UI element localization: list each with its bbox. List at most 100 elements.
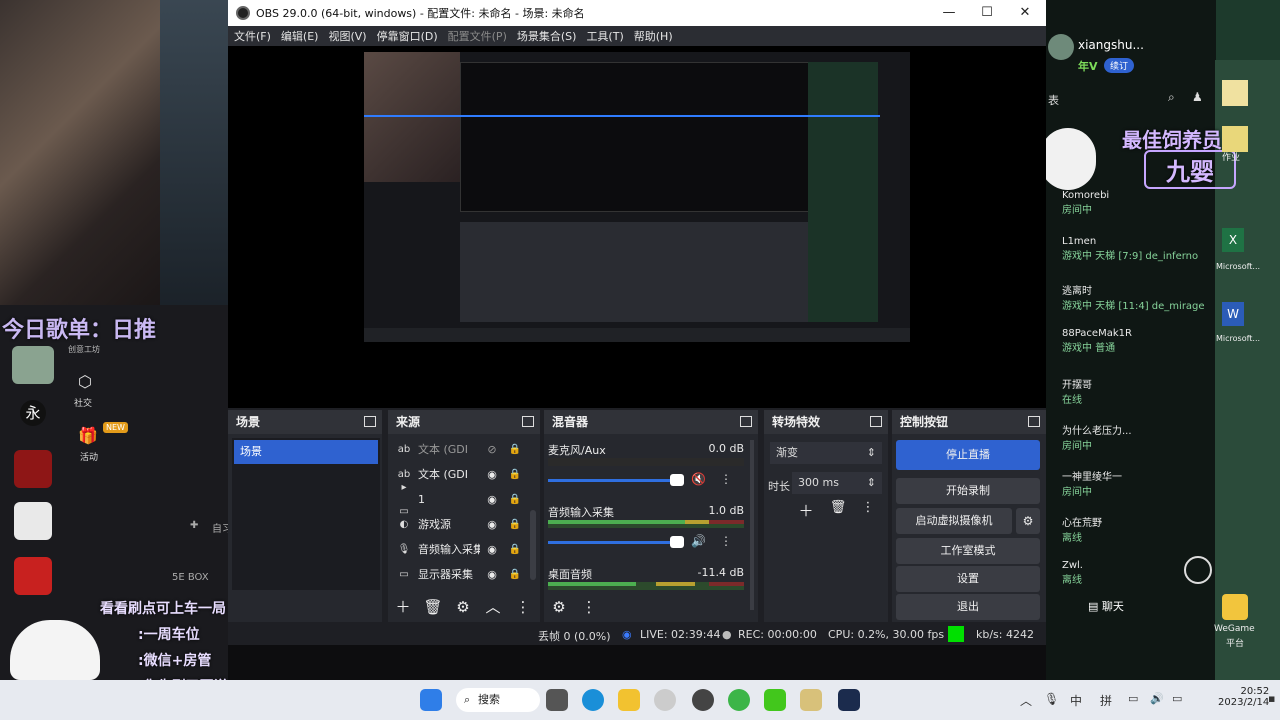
social-icon[interactable]: ⬡ <box>78 372 92 391</box>
ime-pinyin[interactable]: 拼 <box>1100 692 1112 709</box>
gift-icon[interactable]: 🎁 <box>78 426 98 445</box>
battery-icon[interactable]: ▭ <box>1172 692 1182 705</box>
chat-entry[interactable]: 逃离时 游戏中 天梯 [11:4] de_mirage <box>1062 282 1205 312</box>
undock-icon[interactable] <box>1028 416 1040 427</box>
more-icon[interactable]: ⋮ <box>574 595 604 619</box>
source-item[interactable]: ab 文本 (GDI ⊘ 🔒 <box>396 438 538 462</box>
eye-icon[interactable]: ◉ <box>484 513 500 537</box>
chat-entry[interactable]: 88PaceMak1R 游戏中 普通 <box>1062 328 1132 354</box>
windows-start-icon[interactable] <box>420 689 442 711</box>
word-icon[interactable]: W <box>1222 302 1244 326</box>
chat-entry[interactable]: 为什么老压力... 房间中 <box>1062 422 1132 452</box>
exit-button[interactable]: 退出 <box>896 594 1040 620</box>
muted-speaker-icon[interactable]: 🔇 <box>691 472 706 486</box>
undock-icon[interactable] <box>870 416 882 427</box>
eye-icon[interactable]: ◉ <box>484 463 500 487</box>
xbox-icon[interactable] <box>764 689 786 711</box>
menu-scene-collection[interactable]: 场景集合(S) <box>517 28 577 44</box>
app-icon-yong[interactable]: 永 <box>20 400 46 426</box>
chat-entry[interactable]: 心在荒野 离线 <box>1062 514 1102 544</box>
cs-icon[interactable] <box>800 689 822 711</box>
excel-icon[interactable]: X <box>1222 228 1244 252</box>
chat-button[interactable]: ▤ 聊天 <box>1088 598 1124 614</box>
duration-spinbox[interactable]: 300 ms ⇕ <box>792 472 882 494</box>
start-virtual-camera-button[interactable]: 启动虚拟摄像机 <box>896 508 1012 534</box>
more-icon[interactable]: ⋮ <box>856 500 880 522</box>
notification-icon[interactable]: ▪ <box>1268 692 1275 705</box>
minimize-button[interactable]: — <box>930 0 968 26</box>
support-icon[interactable] <box>1184 556 1212 584</box>
eye-icon[interactable]: ◉ <box>484 488 500 512</box>
chevron-up-icon[interactable]: ︿ <box>478 595 508 619</box>
lock-icon[interactable]: 🔒 <box>508 488 522 512</box>
stop-streaming-button[interactable]: 停止直播 <box>896 440 1040 470</box>
app-icon-dog[interactable] <box>14 502 52 540</box>
add-friend-icon[interactable]: ♟ <box>1192 90 1203 104</box>
lock-icon[interactable]: 🔒 <box>508 563 522 587</box>
speaker-icon[interactable]: 🔊 <box>691 534 706 548</box>
transition-select[interactable]: 渐变 ⇕ <box>770 442 882 464</box>
app-icon[interactable] <box>654 689 676 711</box>
edge-icon[interactable] <box>582 689 604 711</box>
desktop-icon-homework[interactable] <box>1222 126 1248 152</box>
add-icon[interactable]: ＋ <box>388 595 418 619</box>
eye-icon[interactable]: ◉ <box>484 538 500 562</box>
search-icon[interactable]: ⌕ <box>1168 90 1175 105</box>
gear-icon[interactable]: ⚙ <box>1016 508 1040 534</box>
app-icon-ayores[interactable] <box>14 557 52 595</box>
menu-tools[interactable]: 工具(T) <box>586 28 623 44</box>
task-view-icon[interactable] <box>546 689 568 711</box>
microphone-icon[interactable]: 🎙 <box>1044 692 1059 706</box>
start-recording-button[interactable]: 开始录制 <box>896 478 1040 504</box>
file-explorer-icon[interactable] <box>618 689 640 711</box>
settings-button[interactable]: 设置 <box>896 566 1040 592</box>
chat-entry[interactable]: 开摆哥 在线 <box>1062 376 1092 406</box>
network-icon[interactable]: ▭ <box>1128 692 1138 705</box>
source-item[interactable]: 🎙 音频输入采集 ◉ 🔒 <box>396 538 538 562</box>
lock-icon[interactable]: 🔒 <box>508 538 522 562</box>
chat-entry[interactable]: Zwl. 离线 <box>1062 560 1083 586</box>
wegame-icon[interactable] <box>1222 594 1248 620</box>
trash-icon[interactable]: 🗑 <box>418 595 448 619</box>
lock-icon[interactable]: 🔒 <box>508 463 522 487</box>
chat-entry[interactable]: Komorebi 房间中 <box>1062 190 1109 216</box>
maximize-button[interactable]: ☐ <box>968 0 1006 26</box>
undock-icon[interactable] <box>522 416 534 427</box>
menu-view[interactable]: 视图(V) <box>328 28 366 44</box>
source-item[interactable]: ◐ 游戏源 ◉ 🔒 <box>396 513 538 537</box>
studio-mode-button[interactable]: 工作室模式 <box>896 538 1040 564</box>
chat-entry[interactable]: 一神里绫华一 房间中 <box>1062 468 1122 498</box>
gear-icon[interactable]: ⚙ <box>544 595 574 619</box>
menu-help[interactable]: 帮助(H) <box>634 28 673 44</box>
chevron-up-icon[interactable]: ︿ <box>1020 692 1032 709</box>
renew-button[interactable]: 续订 <box>1104 58 1135 73</box>
eye-hidden-icon[interactable]: ⊘ <box>484 438 500 462</box>
menu-file[interactable]: 文件(F) <box>234 28 271 44</box>
app-icon-red[interactable] <box>14 450 52 488</box>
add-icon[interactable]: ＋ <box>794 500 818 522</box>
scrollbar[interactable] <box>750 440 754 610</box>
trash-icon[interactable]: 🗑 <box>826 500 850 522</box>
undock-icon[interactable] <box>364 416 376 427</box>
5e-icon[interactable] <box>838 689 860 711</box>
volume-slider[interactable]: 🔊 ⋮ <box>548 534 744 550</box>
more-icon[interactable]: ⋮ <box>720 534 732 548</box>
more-icon[interactable]: ⋮ <box>508 595 538 619</box>
preview-canvas[interactable] <box>364 52 910 342</box>
taskbar-search[interactable]: ⌕ 搜索 <box>456 688 540 712</box>
scene-item[interactable]: 场景 <box>234 440 378 464</box>
menu-profile[interactable]: 配置文件(P) <box>448 28 507 44</box>
source-item[interactable]: ▭ 显示器采集 ◉ 🔒 <box>396 563 538 587</box>
obs-icon[interactable] <box>692 689 714 711</box>
volume-icon[interactable]: 🔊 <box>1150 692 1164 705</box>
menu-docks[interactable]: 停靠窗口(D) <box>377 28 438 44</box>
clock[interactable]: 20:52 2023/2/14 <box>1218 686 1269 708</box>
menu-edit[interactable]: 编辑(E) <box>281 28 319 44</box>
wegame-icon[interactable] <box>728 689 750 711</box>
more-icon[interactable]: ⋮ <box>720 472 732 486</box>
lock-icon[interactable]: 🔒 <box>508 438 522 462</box>
source-group[interactable]: ▸ ▭ 1 ◉ 🔒 <box>396 482 538 517</box>
scrollbar[interactable] <box>530 510 536 580</box>
volume-slider[interactable]: 🔇 ⋮ <box>548 472 744 488</box>
ime-mode[interactable]: 中 <box>1070 692 1082 709</box>
